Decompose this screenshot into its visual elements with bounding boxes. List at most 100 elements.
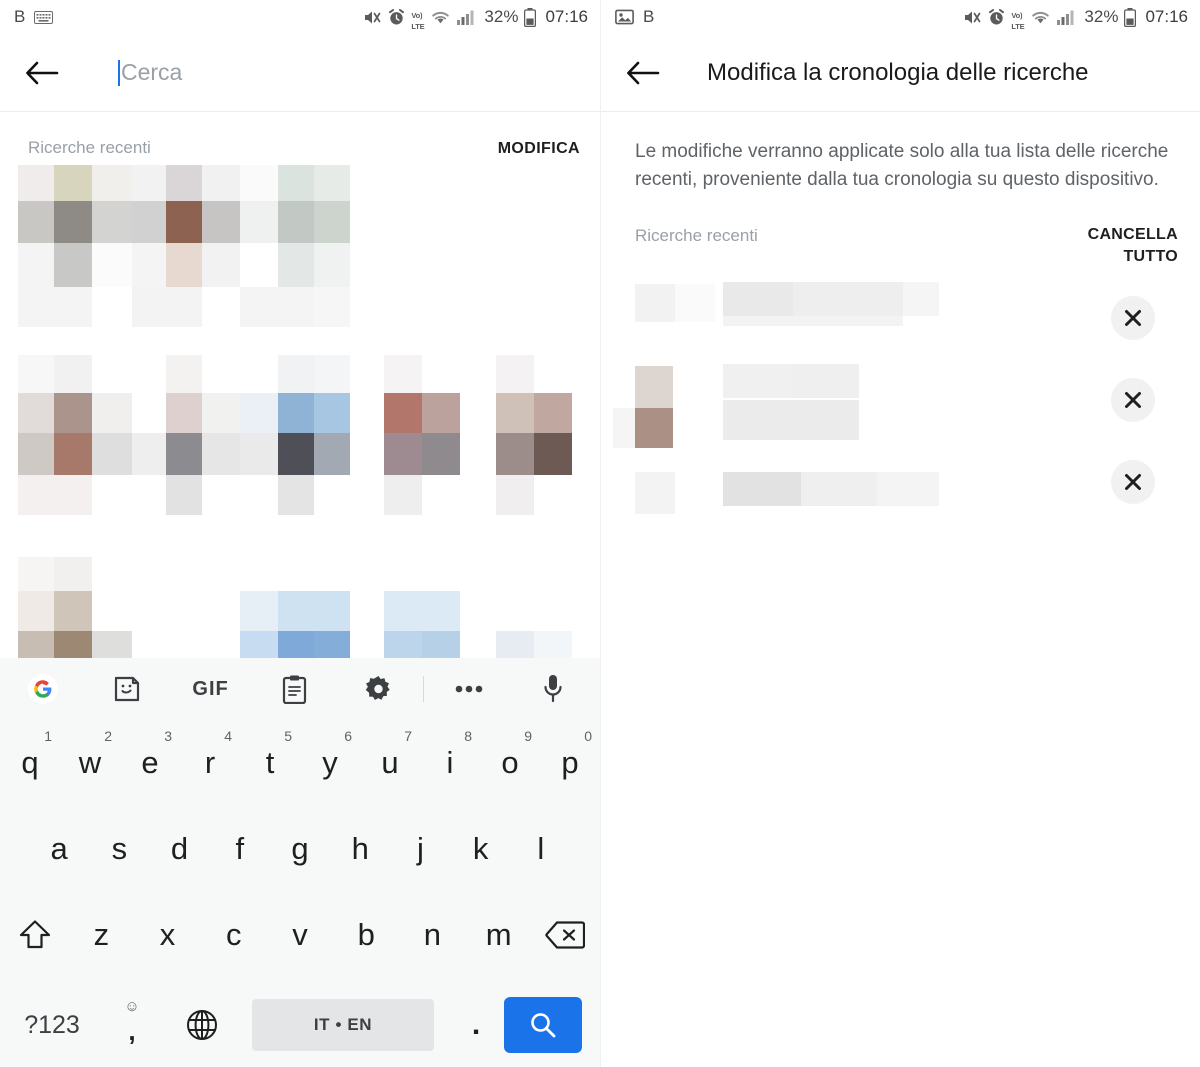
pixel-block (54, 355, 92, 393)
volte-top-label: Vo) (411, 11, 423, 21)
battery-icon (524, 7, 537, 27)
pixel-block (240, 433, 278, 475)
clear-all-button[interactable]: CANCELLA TUTTO (1048, 224, 1178, 268)
period-key[interactable]: . (448, 978, 504, 1067)
pixel-block (496, 393, 534, 433)
pixel-block (166, 201, 202, 243)
gear-icon[interactable] (349, 665, 407, 713)
volte-top-label: Vo) (1011, 11, 1023, 21)
back-arrow-icon[interactable] (623, 53, 663, 93)
pixel-block (54, 243, 92, 287)
edit-button[interactable]: MODIFICA (498, 138, 580, 159)
key-k[interactable]: k (451, 806, 511, 892)
key-c[interactable]: c (201, 892, 267, 978)
key-u[interactable]: 7u (360, 720, 420, 806)
remove-history-item-button[interactable] (1111, 378, 1155, 422)
key-x[interactable]: x (134, 892, 200, 978)
right-panel-edit-history-screen: B Vo) LTE 32% 07:16 Modifica la cronolog… (600, 0, 1200, 1067)
key-hint: 5 (284, 728, 292, 744)
search-input[interactable]: Cerca (118, 53, 182, 93)
remove-history-item-button[interactable] (1111, 296, 1155, 340)
pixel-block (132, 243, 166, 287)
keyboard-toolbar: GIF (0, 658, 600, 720)
remove-history-item-button[interactable] (1111, 460, 1155, 504)
pixel-block (132, 201, 166, 243)
key-t[interactable]: 5t (240, 720, 300, 806)
pixel-block (92, 243, 132, 287)
key-a[interactable]: a (29, 806, 89, 892)
key-f[interactable]: f (210, 806, 270, 892)
clipboard-icon[interactable] (265, 665, 323, 713)
pixel-block (18, 287, 92, 327)
pixel-block (314, 201, 350, 243)
pixel-block (18, 243, 54, 287)
signal-icon (1057, 9, 1076, 25)
image-icon (615, 9, 634, 25)
dual-screenshot: B Vo) LTE 32% 07:16 Cerca Ricerche recen… (0, 0, 1200, 1067)
key-b[interactable]: b (333, 892, 399, 978)
space-key[interactable]: IT • EN (252, 999, 434, 1051)
key-label: t (265, 745, 275, 780)
pixel-block (18, 557, 54, 591)
alarm-icon (388, 8, 405, 26)
pixel-block (54, 393, 92, 433)
key-y[interactable]: 6y (300, 720, 360, 806)
backspace-icon[interactable] (532, 892, 598, 978)
key-g[interactable]: g (270, 806, 330, 892)
pixel-block (18, 393, 54, 433)
key-i[interactable]: 8i (420, 720, 480, 806)
key-j[interactable]: j (390, 806, 450, 892)
key-h[interactable]: h (330, 806, 390, 892)
key-label: r (204, 745, 216, 780)
sticker-icon[interactable] (98, 665, 156, 713)
globe-icon[interactable] (166, 978, 238, 1067)
left-app-bar: Cerca (0, 34, 600, 112)
pixel-block (18, 433, 54, 475)
pixel-block (54, 201, 92, 243)
keyboard-row-3: z x c v b n m (0, 892, 600, 978)
pixel-block (384, 591, 422, 631)
key-e[interactable]: 3e (120, 720, 180, 806)
pixel-block (675, 284, 715, 322)
shift-icon[interactable] (2, 892, 68, 978)
key-label: p (561, 745, 579, 780)
search-key[interactable] (504, 997, 582, 1053)
google-logo-icon[interactable] (14, 665, 72, 713)
pixel-block (496, 355, 534, 393)
pixel-block (54, 557, 92, 591)
keyboard-row-1: 1q 2w 3e 4r 5t 6y 7u 8i 9o 0p (0, 720, 600, 806)
key-hint: 1 (44, 728, 52, 744)
key-q[interactable]: 1q (0, 720, 60, 806)
key-p[interactable]: 0p (540, 720, 600, 806)
status-bar-right: B Vo) LTE 32% 07:16 (601, 0, 1200, 34)
key-label: e (141, 745, 159, 780)
comma-key[interactable]: ☺ , (98, 978, 166, 1067)
pixel-block (903, 282, 939, 316)
more-icon[interactable] (440, 665, 498, 713)
key-m[interactable]: m (466, 892, 532, 978)
back-arrow-icon[interactable] (22, 53, 62, 93)
key-s[interactable]: s (89, 806, 149, 892)
key-n[interactable]: n (399, 892, 465, 978)
key-r[interactable]: 4r (180, 720, 240, 806)
pixel-block (496, 433, 534, 475)
key-o[interactable]: 9o (480, 720, 540, 806)
pixel-block (278, 243, 314, 287)
pixel-block (18, 475, 92, 515)
numeric-mode-key[interactable]: ?123 (6, 978, 98, 1067)
pixel-block (723, 282, 793, 316)
key-l[interactable]: l (511, 806, 571, 892)
key-label: w (78, 745, 102, 780)
key-label: y (322, 745, 338, 780)
pixel-block (384, 433, 422, 475)
microphone-icon[interactable] (524, 665, 582, 713)
recent-searches-header: Ricerche recenti CANCELLA TUTTO (601, 194, 1200, 268)
pixel-block (422, 591, 460, 631)
on-screen-keyboard: GIF 1q 2w 3 e 4 r 5 t 6 y 7 u 8 i 9 o 0 … (0, 658, 600, 1067)
key-z[interactable]: z (68, 892, 134, 978)
key-v[interactable]: v (267, 892, 333, 978)
key-d[interactable]: d (149, 806, 209, 892)
key-w[interactable]: 2w (60, 720, 120, 806)
pixel-block (384, 393, 422, 433)
gif-icon[interactable]: GIF (182, 665, 240, 713)
